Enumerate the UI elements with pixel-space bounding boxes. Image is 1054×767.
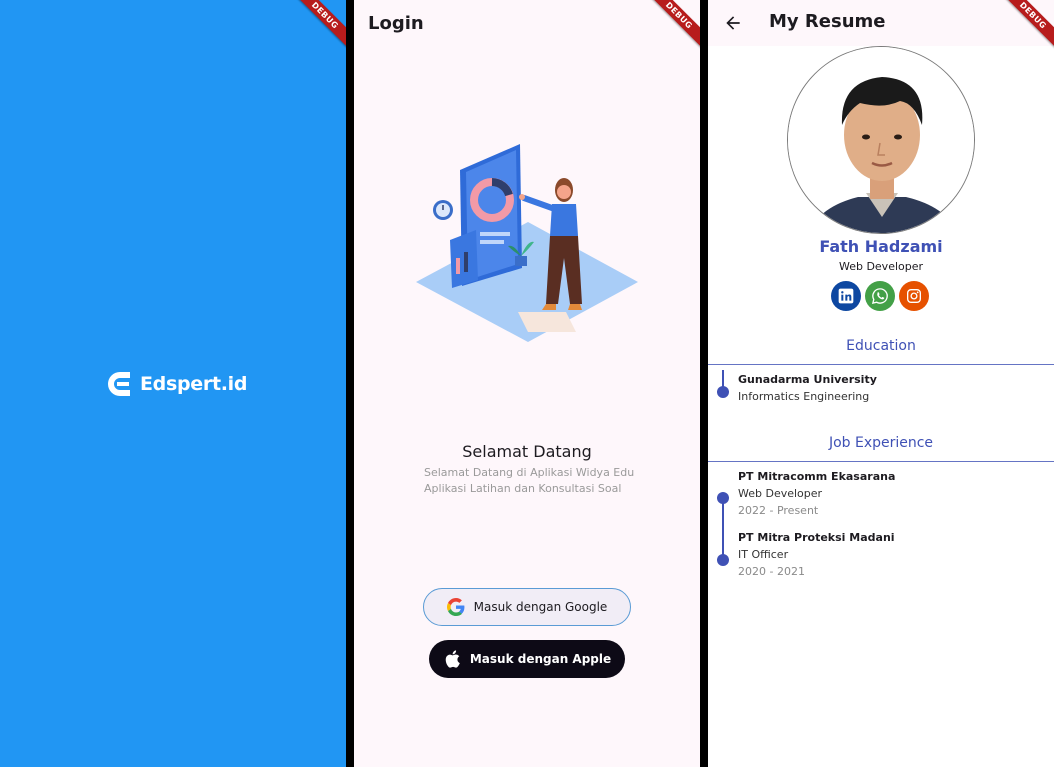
brand-name: Edspert.id — [140, 373, 248, 395]
page-title: My Resume — [769, 11, 886, 32]
device-preview-stage: DEBUG Edspert.id DEBUG Login Selamat Dat… — [0, 0, 1054, 767]
dashboard-illustration — [416, 144, 638, 342]
job-timeline-line — [722, 497, 724, 560]
profile-photo — [788, 47, 974, 233]
job-company: PT Mitracomm Ekasarana — [738, 470, 896, 483]
education-divider — [708, 364, 1054, 365]
job-position: Web Developer — [738, 487, 823, 500]
debug-banner: DEBUG — [286, 0, 346, 60]
social-links — [831, 281, 929, 311]
linkedin-button[interactable] — [831, 281, 861, 311]
whatsapp-button[interactable] — [865, 281, 895, 311]
job-timeline-dot — [717, 492, 729, 504]
page-title: Login — [368, 12, 424, 34]
education-section-title: Education — [846, 338, 916, 354]
splash-screen: DEBUG Edspert.id — [0, 0, 346, 767]
apple-button-label: Masuk dengan Apple — [469, 652, 612, 666]
login-app-bar: Login — [354, 0, 700, 46]
education-timeline-dot — [717, 386, 729, 398]
education-major: Informatics Engineering — [738, 390, 870, 403]
welcome-line-1: Selamat Datang di Aplikasi Widya Edu — [424, 466, 635, 479]
google-login-button[interactable]: Masuk dengan Google — [423, 588, 631, 626]
job-company: PT Mitra Proteksi Madani — [738, 531, 895, 544]
job-entry: PT Mitracomm Ekasarana Web Developer 202… — [738, 468, 895, 519]
profile-role: Web Developer — [838, 260, 924, 273]
welcome-title: Selamat Datang — [462, 442, 592, 461]
linkedin-icon — [838, 288, 854, 304]
apple-login-button[interactable]: Masuk dengan Apple — [429, 640, 625, 678]
whatsapp-icon — [871, 288, 888, 305]
apple-icon — [445, 650, 460, 668]
job-period: 2020 - 2021 — [738, 565, 805, 578]
job-position: IT Officer — [738, 548, 789, 561]
profile-name: Fath Hadzami — [819, 237, 943, 256]
google-button-label: Masuk dengan Google — [473, 600, 608, 614]
resume-screen: My Resume DEBUG Fath Hadzami Web Develop… — [708, 0, 1054, 767]
login-screen: DEBUG Login Selamat Datang Selamat Datan… — [354, 0, 700, 767]
welcome-line-2: Aplikasi Latihan dan Konsultasi Soal — [424, 482, 622, 495]
brand-logo: Edspert.id — [106, 370, 247, 398]
welcome-subtitle: Selamat Datang di Aplikasi Widya Edu Apl… — [424, 465, 634, 497]
job-period: 2022 - Present — [738, 504, 819, 517]
google-icon — [446, 598, 465, 616]
instagram-button[interactable] — [899, 281, 929, 311]
edspert-logo-icon — [108, 372, 131, 396]
back-arrow-icon[interactable] — [723, 13, 743, 33]
education-entry: Gunadarma University Informatics Enginee… — [738, 371, 877, 405]
resume-app-bar: My Resume — [708, 0, 1054, 46]
job-section-title: Job Experience — [828, 435, 934, 451]
instagram-icon — [907, 289, 921, 303]
job-timeline-dot — [717, 554, 729, 566]
job-entry: PT Mitra Proteksi Madani IT Officer 2020… — [738, 529, 895, 580]
education-school: Gunadarma University — [738, 373, 877, 386]
profile-avatar — [787, 46, 975, 234]
job-divider — [708, 461, 1054, 462]
